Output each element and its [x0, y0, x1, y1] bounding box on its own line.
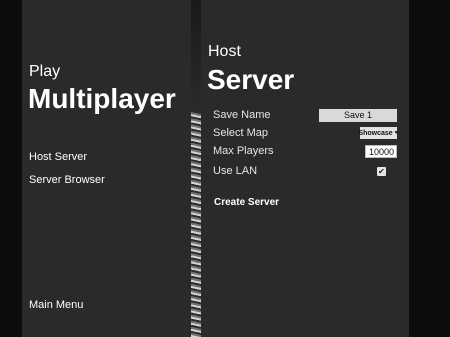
panel-subtitle: Host — [208, 43, 241, 60]
panel-title: Multiplayer — [28, 83, 176, 114]
save-name-input[interactable]: Save 1 — [319, 109, 397, 122]
host-server-panel: Host Server Save Name Save 1 Select Map … — [201, 0, 409, 337]
chevron-down-icon: ▼ — [393, 130, 399, 136]
main-menu-button[interactable]: Main Menu — [29, 300, 83, 311]
server-browser-button[interactable]: Server Browser — [29, 175, 105, 186]
max-players-input[interactable]: 10000 — [365, 145, 397, 158]
create-server-button[interactable]: Create Server — [214, 198, 279, 208]
use-lan-label: Use LAN — [213, 165, 258, 177]
background-scene-strip — [191, 112, 201, 337]
host-server-button[interactable]: Host Server — [29, 152, 87, 163]
save-name-label: Save Name — [213, 109, 271, 121]
play-multiplayer-panel: Play Multiplayer Host Server Server Brow… — [22, 0, 191, 337]
map-select-dropdown[interactable]: Showcase ▼ — [358, 127, 399, 139]
max-players-label: Max Players — [213, 145, 274, 157]
panel-title: Server — [207, 64, 295, 95]
select-map-label: Select Map — [213, 127, 269, 139]
map-select-value: Showcase — [358, 129, 393, 137]
use-lan-checkbox[interactable]: ✔ — [377, 167, 386, 176]
panel-subtitle: Play — [29, 63, 61, 80]
background-gap — [191, 0, 201, 112]
